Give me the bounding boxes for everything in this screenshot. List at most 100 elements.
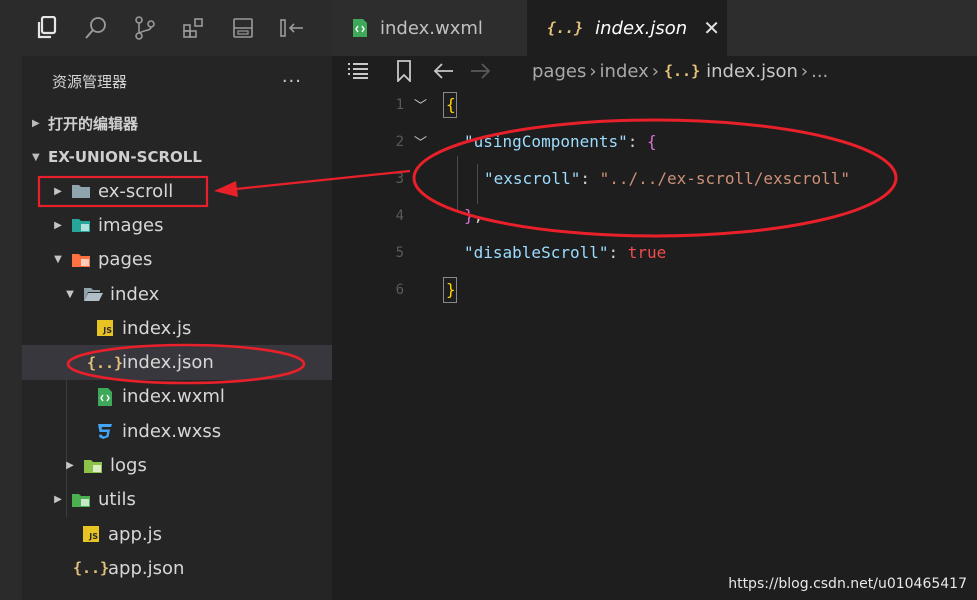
breadcrumb-index[interactable]: index bbox=[600, 61, 649, 82]
save-layout-icon[interactable] bbox=[218, 0, 267, 56]
tree-item-label: app.json bbox=[108, 557, 185, 579]
code-tokens: "disableScroll": true bbox=[464, 243, 667, 262]
tree-item-images[interactable]: ▶ images bbox=[22, 208, 332, 242]
collapse-panel-icon[interactable] bbox=[267, 0, 316, 56]
wxml-file-icon bbox=[94, 387, 116, 406]
line-number: 4 bbox=[395, 207, 404, 224]
line-number: 1 bbox=[395, 96, 404, 113]
css-file-icon bbox=[94, 422, 116, 440]
section-open-editors[interactable]: ▶ 打开的编辑器 bbox=[22, 106, 332, 140]
breadcrumb-file[interactable]: index.json bbox=[706, 61, 798, 82]
folder-icon bbox=[70, 491, 92, 509]
breadcrumb: pages › index › {..} index.json › ... bbox=[332, 56, 977, 86]
js-file-icon: JS bbox=[80, 525, 102, 543]
pages-folder-icon bbox=[70, 251, 92, 269]
fold-chevron-icon[interactable]: ﹀ bbox=[414, 132, 427, 151]
code-tokens: }, bbox=[464, 206, 484, 225]
watermark: https://blog.csdn.net/u010465417 bbox=[728, 576, 967, 592]
explorer-header: 资源管理器 ··· bbox=[22, 56, 332, 106]
line-number: 3 bbox=[395, 170, 404, 187]
tree-item-index-wxss[interactable]: index.wxss bbox=[22, 414, 332, 448]
search-icon[interactable] bbox=[71, 0, 120, 56]
tree-item-utils[interactable]: ▶ utils bbox=[22, 483, 332, 517]
tab-label: index.wxml bbox=[380, 17, 483, 39]
breadcrumb-pages[interactable]: pages bbox=[532, 61, 586, 82]
wxml-file-icon bbox=[352, 18, 368, 38]
json-file-icon: {..} bbox=[547, 19, 584, 37]
code-editor[interactable]: 1 ﹀ { 2 ﹀ "usingComponents": { 3 "exscro… bbox=[332, 86, 977, 600]
chevron-right-icon: › bbox=[589, 60, 597, 82]
tab-index-json[interactable]: {..} index.json ✕ bbox=[527, 0, 727, 56]
close-icon[interactable]: ✕ bbox=[703, 16, 720, 40]
code-line-5: 5 "disableScroll": true bbox=[332, 234, 977, 271]
fold-chevron-icon[interactable]: ﹀ bbox=[414, 95, 427, 114]
caret-right-icon: ▶ bbox=[54, 219, 62, 231]
more-actions-icon[interactable]: ··· bbox=[282, 71, 302, 92]
caret-right-icon: ▶ bbox=[54, 494, 62, 506]
code-line-3: 3 "exscroll": "../../ex-scroll/exscroll" bbox=[332, 160, 977, 197]
line-number: 5 bbox=[395, 244, 404, 261]
tree-item-label: logs bbox=[110, 455, 147, 477]
activity-toolbar bbox=[22, 0, 332, 56]
caret-right-icon: ▶ bbox=[66, 460, 74, 472]
code-line-2: 2 ﹀ "usingComponents": { bbox=[332, 123, 977, 160]
line-number: 6 bbox=[395, 281, 404, 298]
window-left-edge bbox=[0, 0, 22, 600]
explorer-title: 资源管理器 bbox=[52, 72, 128, 91]
breadcrumb-more[interactable]: ... bbox=[811, 61, 828, 82]
folder-icon bbox=[82, 457, 104, 475]
tree-item-ex-scroll[interactable]: ▶ ex-scroll bbox=[22, 174, 332, 208]
section-project[interactable]: ▼ EX-UNION-SCROLL bbox=[22, 140, 332, 174]
forward-arrow-icon[interactable] bbox=[462, 56, 500, 86]
tree-item-label: index.json bbox=[122, 352, 214, 374]
tree-item-label: images bbox=[98, 214, 164, 236]
images-folder-icon bbox=[70, 216, 92, 234]
extensions-icon[interactable] bbox=[169, 0, 218, 56]
tab-label: index.json bbox=[595, 17, 688, 39]
bookmark-icon[interactable] bbox=[384, 56, 424, 86]
line-number: 2 bbox=[395, 133, 404, 150]
back-arrow-icon[interactable] bbox=[424, 56, 462, 86]
tree-item-label: index.js bbox=[122, 317, 192, 339]
list-icon[interactable] bbox=[332, 56, 384, 86]
explorer-sidebar: 资源管理器 ··· ▶ 打开的编辑器 ▼ EX-UNION-SCROLL ▶ e… bbox=[22, 56, 332, 600]
tree-item-index-js[interactable]: JS index.js bbox=[22, 311, 332, 345]
tree-item-index-json[interactable]: {..} index.json bbox=[22, 345, 332, 380]
tree-item-app-json[interactable]: {..} app.json bbox=[22, 551, 332, 585]
code-line-1: 1 ﹀ { bbox=[332, 86, 977, 123]
code-line-4: 4 }, bbox=[332, 197, 977, 234]
caret-down-icon: ▼ bbox=[66, 288, 74, 300]
tree-item-label: utils bbox=[98, 489, 136, 511]
open-folder-icon bbox=[82, 285, 104, 303]
code-tokens: "exscroll": "../../ex-scroll/exscroll" bbox=[484, 169, 851, 188]
js-file-icon: JS bbox=[94, 319, 116, 337]
chevron-right-icon: › bbox=[651, 60, 659, 82]
tree-item-logs[interactable]: ▶ logs bbox=[22, 448, 332, 482]
chevron-right-icon: › bbox=[800, 60, 809, 82]
tree-item-index-wxml[interactable]: index.wxml bbox=[22, 380, 332, 414]
caret-down-icon: ▼ bbox=[32, 151, 40, 163]
tree-item-label: ex-scroll bbox=[98, 180, 174, 202]
tree-item-label: index bbox=[110, 283, 160, 305]
tree-item-pages[interactable]: ▼ pages bbox=[22, 243, 332, 277]
code-token: { bbox=[446, 95, 456, 114]
tree-item-index-folder[interactable]: ▼ index bbox=[22, 277, 332, 311]
tree-item-label: index.wxml bbox=[122, 386, 225, 408]
json-file-icon: {..} bbox=[72, 559, 110, 578]
section-label: EX-UNION-SCROLL bbox=[48, 148, 202, 166]
json-file-icon: {..} bbox=[86, 353, 124, 372]
tree-item-app-js[interactable]: JS app.js bbox=[22, 517, 332, 551]
tab-index-wxml[interactable]: index.wxml bbox=[332, 0, 527, 56]
section-label: 打开的编辑器 bbox=[48, 114, 139, 133]
code-tokens: "usingComponents": { bbox=[464, 132, 657, 151]
code-token: } bbox=[446, 280, 456, 299]
copy-files-icon[interactable] bbox=[22, 0, 71, 56]
tree-item-label: app.js bbox=[108, 523, 162, 545]
folder-icon bbox=[70, 182, 92, 200]
source-control-icon[interactable] bbox=[120, 0, 169, 56]
json-file-icon: {..} bbox=[664, 62, 701, 80]
editor-tabbar: index.wxml {..} index.json ✕ bbox=[332, 0, 977, 56]
code-line-6: 6 } bbox=[332, 271, 977, 308]
caret-right-icon: ▶ bbox=[32, 117, 40, 129]
tree-item-label: pages bbox=[98, 249, 153, 271]
